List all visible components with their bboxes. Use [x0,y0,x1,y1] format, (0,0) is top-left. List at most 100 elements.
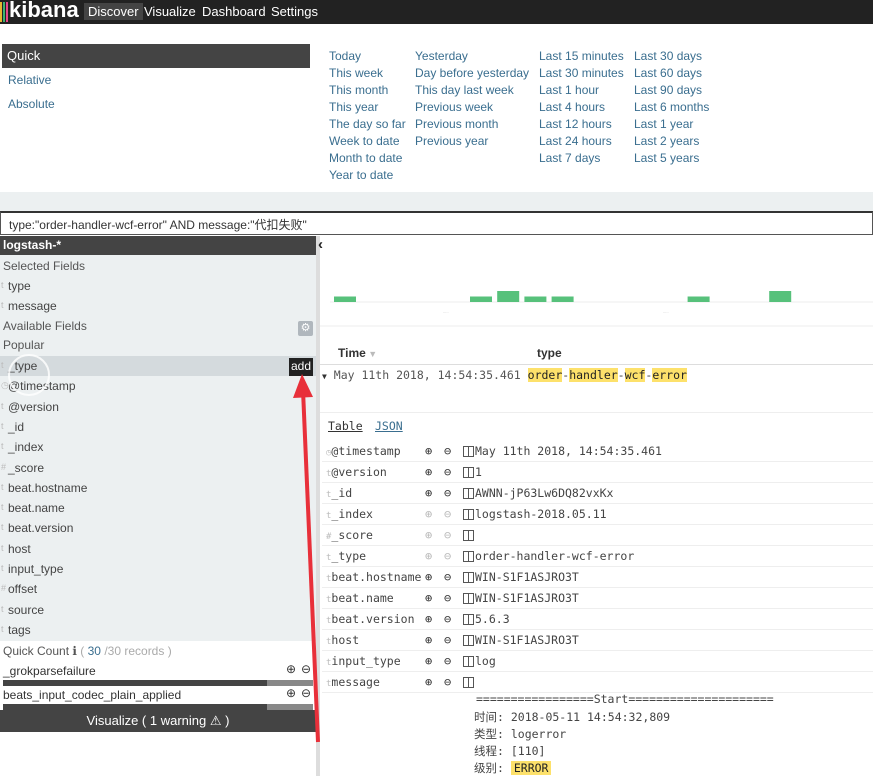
field-item[interactable]: t _id [0,417,316,437]
toggle-column-icon[interactable] [463,446,474,457]
quick-time-option[interactable]: This day last week [415,83,514,97]
field-item[interactable]: t host [0,539,316,559]
zoom-out-icon[interactable]: ⊖ [444,444,451,458]
toggle-column-icon[interactable] [463,572,474,583]
quick-time-option[interactable]: Last 90 days [634,83,702,97]
quick-time-option[interactable]: Last 15 minutes [539,49,624,63]
quick-time-option[interactable]: Month to date [329,151,402,165]
zoom-in-icon[interactable]: ⊕ [425,591,432,605]
zoom-out-icon[interactable]: ⊖ [444,612,451,626]
quick-time-option[interactable]: Previous week [415,100,493,114]
field-item[interactable]: t beat.version [0,518,316,538]
toggle-column-icon[interactable] [463,656,474,667]
quick-time-option[interactable]: Yesterday [415,49,468,63]
visualize-button[interactable]: Visualize ( 1 warning ⚠ ) [0,710,316,732]
kibana-logo[interactable]: kibana [0,0,82,24]
zoom-out-icon[interactable]: ⊖ [444,549,451,563]
field-item[interactable]: t beat.hostname [0,478,316,498]
quick-time-option[interactable]: Last 7 days [539,151,600,165]
quick-time-option[interactable]: Last 60 days [634,66,702,80]
field-item[interactable]: t @version [0,397,316,417]
quick-time-option[interactable]: Last 30 minutes [539,66,624,80]
histogram-bar[interactable] [551,296,574,303]
field-item[interactable]: t input_type [0,559,316,579]
quick-time-option[interactable]: Day before yesterday [415,66,529,80]
zoom-in-icon[interactable]: ⊕ [425,654,432,668]
nav-settings[interactable]: Settings [267,3,322,20]
quick-time-option[interactable]: Previous month [415,117,498,131]
quick-time-option[interactable]: Last 6 months [634,100,709,114]
nav-discover[interactable]: Discover [84,3,143,20]
field-item[interactable]: t beat.name [0,498,316,518]
zoom-in-icon[interactable]: ⊕ [425,612,432,626]
quick-time-option[interactable]: The day so far [329,117,406,131]
column-header-type[interactable]: type [537,346,562,360]
quick-time-option[interactable]: Previous year [415,134,488,148]
gear-icon[interactable]: ⚙ [298,321,313,336]
histogram-bar[interactable] [524,296,547,303]
zoom-in-icon[interactable]: ⊕ [425,486,432,500]
histogram-bar[interactable] [497,291,520,302]
index-pattern-title[interactable]: logstash-* [0,236,316,255]
tab-absolute[interactable]: Absolute [8,97,55,111]
quick-time-option[interactable]: Last 30 days [634,49,702,63]
quick-time-option[interactable]: This year [329,100,378,114]
toggle-column-icon[interactable] [463,551,474,562]
field-item[interactable]: t _index [0,437,316,457]
zoom-in-icon[interactable]: ⊕ [425,549,432,563]
field-item[interactable]: t tags [0,620,316,640]
toggle-column-icon[interactable] [463,614,474,625]
quick-time-option[interactable]: Last 2 years [634,134,699,148]
zoom-in-icon[interactable]: ⊕ [425,675,432,689]
zoom-in-icon[interactable]: ⊕ [425,528,432,542]
sort-icon[interactable]: ▼ [366,349,377,359]
zoom-out-icon[interactable]: ⊖ [444,528,451,542]
field-item[interactable]: # _score [0,458,316,478]
column-header-time[interactable]: Time ▼ [338,346,377,360]
tab-json[interactable]: JSON [375,419,403,433]
histogram-bar[interactable] [687,296,710,303]
zoom-in-icon[interactable]: ⊕ [425,465,432,479]
quick-time-option[interactable]: This month [329,83,388,97]
zoom-out-icon[interactable]: ⊖ [444,507,451,521]
quick-time-option[interactable]: Last 1 hour [539,83,599,97]
search-query-input[interactable]: type:"order-handler-wcf-error" AND messa… [0,211,873,235]
zoom-out-icon[interactable]: ⊖ [444,633,451,647]
quick-time-option[interactable]: Week to date [329,134,400,148]
field-item[interactable]: t source [0,600,316,620]
field-item[interactable]: # offset [0,579,316,599]
toggle-column-icon[interactable] [463,509,474,520]
zoom-out-icon[interactable]: ⊖ [444,465,451,479]
tab-table[interactable]: Table [328,419,363,433]
quick-time-option[interactable]: Last 1 year [634,117,693,131]
toggle-column-icon[interactable] [463,467,474,478]
nav-visualize[interactable]: Visualize [140,3,200,20]
zoom-in-icon[interactable]: ⊕ [425,444,432,458]
quick-time-option[interactable]: This week [329,66,383,80]
histogram-bar[interactable] [470,296,492,303]
toggle-column-icon[interactable] [463,677,474,688]
zoom-in-icon[interactable]: ⊕ [425,570,432,584]
histogram-bar[interactable] [334,296,356,303]
zoom-out-icon[interactable]: ⊖ [444,570,451,584]
quick-time-option[interactable]: Last 5 years [634,151,699,165]
zoom-out-icon[interactable]: ⊖ [444,486,451,500]
zoom-out-icon[interactable]: ⊖ [444,591,451,605]
selected-field-message[interactable]: t message [0,296,316,316]
zoom-in-icon[interactable]: ⊕ [425,507,432,521]
quick-time-option[interactable]: Last 12 hours [539,117,612,131]
tab-relative[interactable]: Relative [8,73,51,87]
toggle-column-icon[interactable] [463,593,474,604]
toggle-column-icon[interactable] [463,530,474,541]
toggle-column-icon[interactable] [463,635,474,646]
zoom-out-icon[interactable]: ⊖ [444,654,451,668]
selected-field-type[interactable]: t type [0,276,316,296]
quick-time-option[interactable]: Last 4 hours [539,100,605,114]
quick-time-option[interactable]: Year to date [329,168,393,182]
tab-quick[interactable]: Quick [2,44,310,68]
zoom-out-icon[interactable]: ⊖ [444,675,451,689]
zoom-in-icon[interactable]: ⊕ [425,633,432,647]
histogram-bar[interactable] [769,291,792,302]
document-row[interactable]: ▼ May 11th 2018, 14:54:35.461 order-hand… [322,368,687,382]
quick-time-option[interactable]: Today [329,49,361,63]
